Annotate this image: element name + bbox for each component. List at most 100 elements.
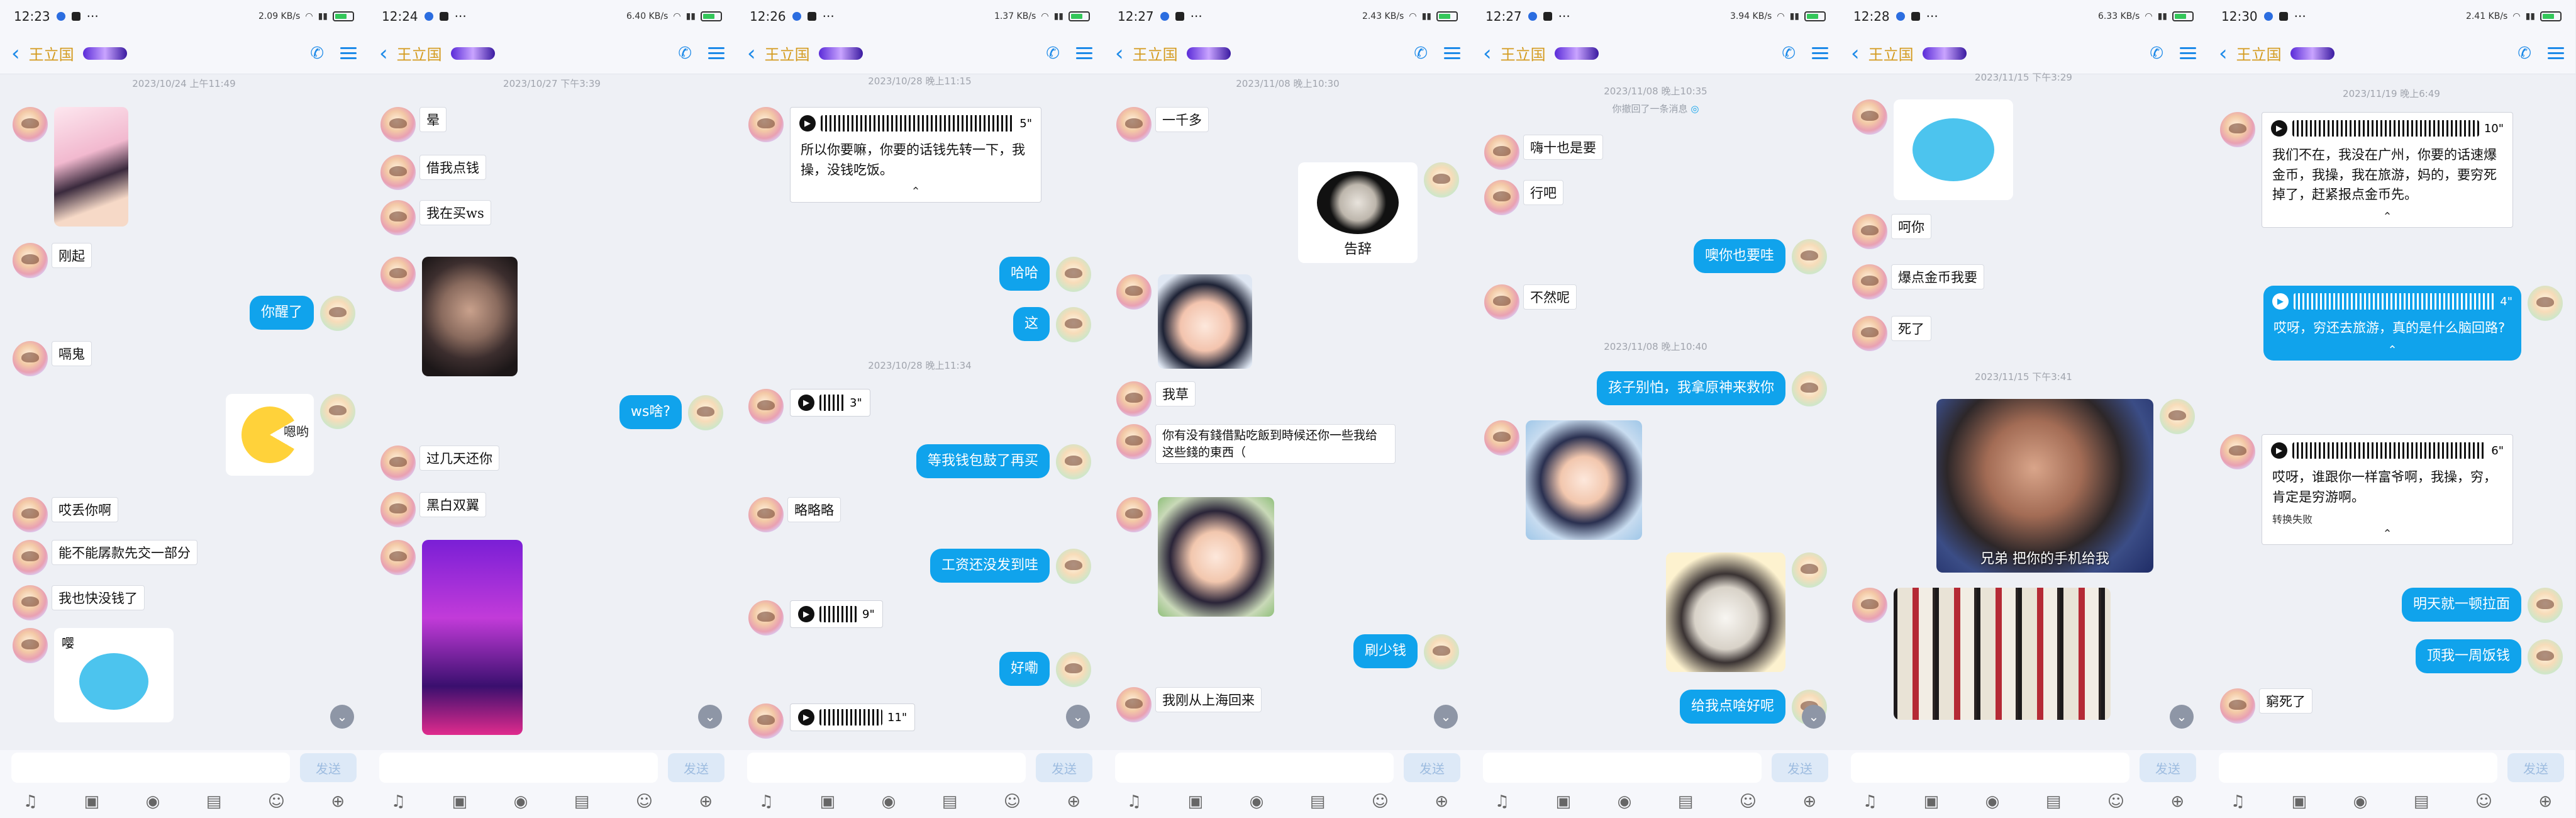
message-list[interactable]: 2023/10/28 晚上11:15 ▶ 5" 所以你要嘛，你要的话钱先转一下，我… — [736, 74, 1104, 750]
message-sticker[interactable]: 刚起 — [13, 243, 96, 278]
collapse-icon[interactable]: ⌃ — [2262, 209, 2512, 227]
message-sticker[interactable]: 能不能孱款先交一部分 — [13, 540, 201, 575]
avatar[interactable] — [1116, 687, 1152, 722]
avatar[interactable] — [1056, 549, 1091, 584]
image-icon[interactable]: ▣ — [1924, 792, 1940, 811]
anime-girl-image[interactable] — [1158, 497, 1274, 617]
message-image[interactable] — [380, 540, 529, 735]
contact-name[interactable]: 王立国 — [1501, 42, 1546, 64]
file-icon[interactable]: ▤ — [1310, 792, 1326, 811]
message-sticker[interactable]: 略略略 — [748, 497, 845, 532]
menu-icon[interactable] — [2548, 47, 2564, 59]
image-icon[interactable]: ▣ — [2292, 792, 2307, 811]
message-sticker[interactable]: 我刚从上海回来 — [1116, 687, 1265, 722]
message-image[interactable] — [380, 257, 524, 376]
collapse-icon[interactable]: ⌃ — [791, 184, 1041, 202]
message-bubble-out[interactable]: 好嘞 — [993, 652, 1091, 687]
menu-icon[interactable] — [1444, 47, 1460, 59]
avatar[interactable] — [1484, 180, 1519, 215]
message-list[interactable]: 2023/10/24 上午11:49 刚起 你醒了 嗝鬼 嗯哟 哎丢你啊 能不能… — [0, 74, 368, 750]
mic-icon[interactable]: ♫ — [1495, 792, 1509, 811]
image-icon[interactable]: ▣ — [820, 792, 836, 811]
file-icon[interactable]: ▤ — [942, 792, 958, 811]
message-sticker[interactable]: 嗨十也是要 — [1484, 135, 1607, 170]
message-input[interactable] — [747, 753, 1026, 783]
message-input[interactable] — [1851, 753, 2129, 783]
voice-message[interactable]: ▶ 10" 我们不在，我没在广州，你要的话速爆金币，我操，我在旅游，妈的，要穷死掉… — [2220, 112, 2519, 228]
avatar[interactable] — [13, 243, 48, 278]
contact-name[interactable]: 王立国 — [2236, 42, 2282, 64]
send-button[interactable]: 发送 — [1772, 753, 1828, 782]
back-chevron-icon[interactable]: ‹ — [747, 43, 756, 64]
image-icon[interactable]: ▣ — [1556, 792, 1572, 811]
contact-name[interactable]: 王立国 — [1868, 42, 1914, 64]
avatar[interactable] — [380, 540, 416, 575]
message-sticker[interactable]: 呵你 — [1852, 214, 1935, 249]
camera-icon[interactable]: ◉ — [2353, 792, 2368, 811]
message-bubble-out[interactable]: 你醒了 — [243, 296, 355, 331]
message-list[interactable]: 2023/11/08 晚上10:30 一千多 告辞 我草 你有没有錢借點吃飯到時… — [1104, 74, 1472, 750]
contact-name[interactable]: 王立国 — [765, 42, 810, 64]
back-chevron-icon[interactable]: ‹ — [2219, 43, 2228, 64]
avatar[interactable] — [1484, 284, 1519, 320]
message-bubble-out[interactable]: 噢你也要哇 — [1687, 239, 1827, 274]
message-sticker[interactable]: 我在买ws — [380, 200, 495, 235]
back-chevron-icon[interactable]: ‹ — [1851, 43, 1860, 64]
avatar[interactable] — [1852, 588, 1887, 623]
message-sticker[interactable]: 一千多 — [1116, 107, 1213, 142]
message-image[interactable] — [13, 107, 135, 227]
emoji-icon[interactable]: ☺ — [268, 792, 285, 811]
message-sticker[interactable]: 借我点钱 — [380, 155, 490, 190]
avatar[interactable] — [2220, 688, 2255, 724]
message-sticker[interactable]: 窮死了 — [2220, 688, 2316, 724]
collapse-icon[interactable]: ⌃ — [2262, 526, 2512, 544]
menu-icon[interactable] — [340, 47, 357, 59]
phone-call-icon[interactable]: ✆ — [310, 44, 324, 63]
avatar[interactable] — [380, 200, 416, 235]
message-bubble-out[interactable]: 哈哈 — [993, 257, 1091, 292]
phone-call-icon[interactable]: ✆ — [1046, 44, 1060, 63]
avatar[interactable] — [1056, 444, 1091, 479]
message-input[interactable] — [11, 753, 290, 783]
message-sticker[interactable]: 不然呢 — [1484, 284, 1580, 320]
mic-icon[interactable]: ♫ — [391, 792, 406, 811]
message-list[interactable]: 2023/11/15 下午3:29 呵你 爆点金币我要 死了 2023/11/1… — [1840, 72, 2207, 750]
send-button[interactable]: 发送 — [300, 753, 357, 782]
avatar[interactable] — [2160, 399, 2195, 434]
scroll-down-button[interactable]: ⌄ — [1066, 705, 1090, 729]
avatar[interactable] — [2220, 434, 2255, 469]
avatar[interactable] — [320, 296, 355, 331]
contact-name[interactable]: 王立国 — [29, 42, 74, 64]
selfie-photo[interactable] — [422, 257, 518, 376]
phone-call-icon[interactable]: ✆ — [1414, 44, 1428, 63]
collapse-icon[interactable]: ⌃ — [2263, 342, 2521, 361]
bookshelf-photo[interactable] — [1894, 588, 2111, 720]
avatar[interactable] — [380, 107, 416, 142]
avatar[interactable] — [1852, 264, 1887, 300]
avatar[interactable] — [380, 492, 416, 527]
image-icon[interactable]: ▣ — [1188, 792, 1204, 811]
avatar[interactable] — [320, 394, 355, 429]
voice-message-out[interactable]: ▶ 4" 哎呀，穷还去旅游，真的是什么脑回路? ⌃ — [2257, 286, 2563, 361]
scroll-down-button[interactable]: ⌄ — [1802, 705, 1826, 729]
avatar[interactable] — [748, 389, 784, 424]
plus-icon[interactable]: ⊕ — [699, 792, 713, 811]
menu-icon[interactable] — [2180, 47, 2196, 59]
back-chevron-icon[interactable]: ‹ — [11, 43, 20, 64]
image-icon[interactable]: ▣ — [452, 792, 468, 811]
avatar[interactable] — [1116, 497, 1152, 532]
anime-girl-sticker[interactable] — [1158, 274, 1252, 369]
phone-call-icon[interactable]: ✆ — [1782, 44, 1796, 63]
avatar[interactable] — [2528, 588, 2563, 623]
emoji-icon[interactable]: ☺ — [2475, 792, 2492, 811]
plus-icon[interactable]: ⊕ — [2538, 792, 2552, 811]
scroll-down-button[interactable]: ⌄ — [330, 705, 354, 729]
anime-girl-image[interactable] — [1526, 420, 1642, 540]
message-bubble-out[interactable]: 明天就一顿拉面 — [2396, 588, 2563, 623]
scroll-down-button[interactable]: ⌄ — [698, 705, 722, 729]
voice-message[interactable]: ▶ 6" 哎呀，谁跟你一样富爷啊，我操，穷，肯定是穷游啊。 转换失败 ⌃ — [2220, 434, 2519, 545]
avatar[interactable] — [1116, 274, 1152, 310]
voice-bubble[interactable]: ▶ 9" — [790, 600, 883, 628]
message-sticker[interactable]: 哎丢你啊 — [13, 497, 122, 532]
back-chevron-icon[interactable]: ‹ — [379, 43, 388, 64]
